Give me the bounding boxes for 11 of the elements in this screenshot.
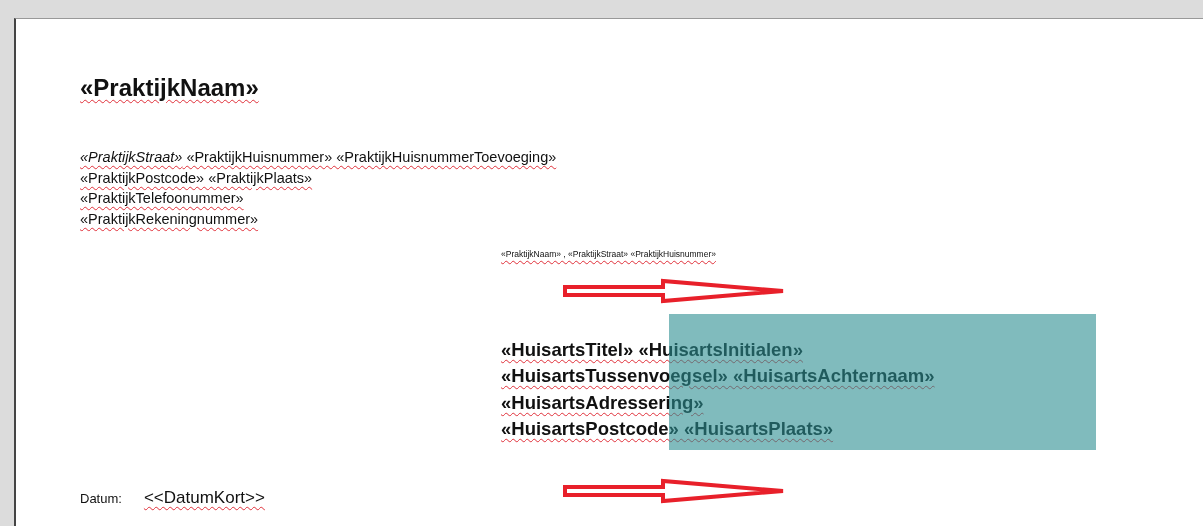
date-field: <<DatumKort>> xyxy=(143,488,265,509)
date-label: Datum: xyxy=(80,491,122,507)
practice-name-field: «PraktijkNaam» xyxy=(80,73,1203,103)
address-line: «PraktijkPostcode» «PraktijkPlaats» xyxy=(80,168,314,188)
recipient-line: «HuisartsAdressering» xyxy=(501,390,705,415)
recipient-line: «HuisartsPostcode» «HuisartsPlaats» xyxy=(501,416,835,441)
address-line: «PraktijkTelefoonummer» xyxy=(80,189,245,208)
sender-line: «PraktijkNaam» , «PraktijkStraat» «PraktijkHuisnummer» xyxy=(501,248,717,261)
recipient-line: «HuisartsTussenvoegsel» «HuisartsAchternaam» xyxy=(501,364,936,389)
address-line: «PraktijkRekeningnummer» xyxy=(80,209,260,229)
address-line: «PraktijkStraat» «PraktijkHuisnummer» «PraktijkHuisnummerToevoeging» xyxy=(80,148,558,167)
